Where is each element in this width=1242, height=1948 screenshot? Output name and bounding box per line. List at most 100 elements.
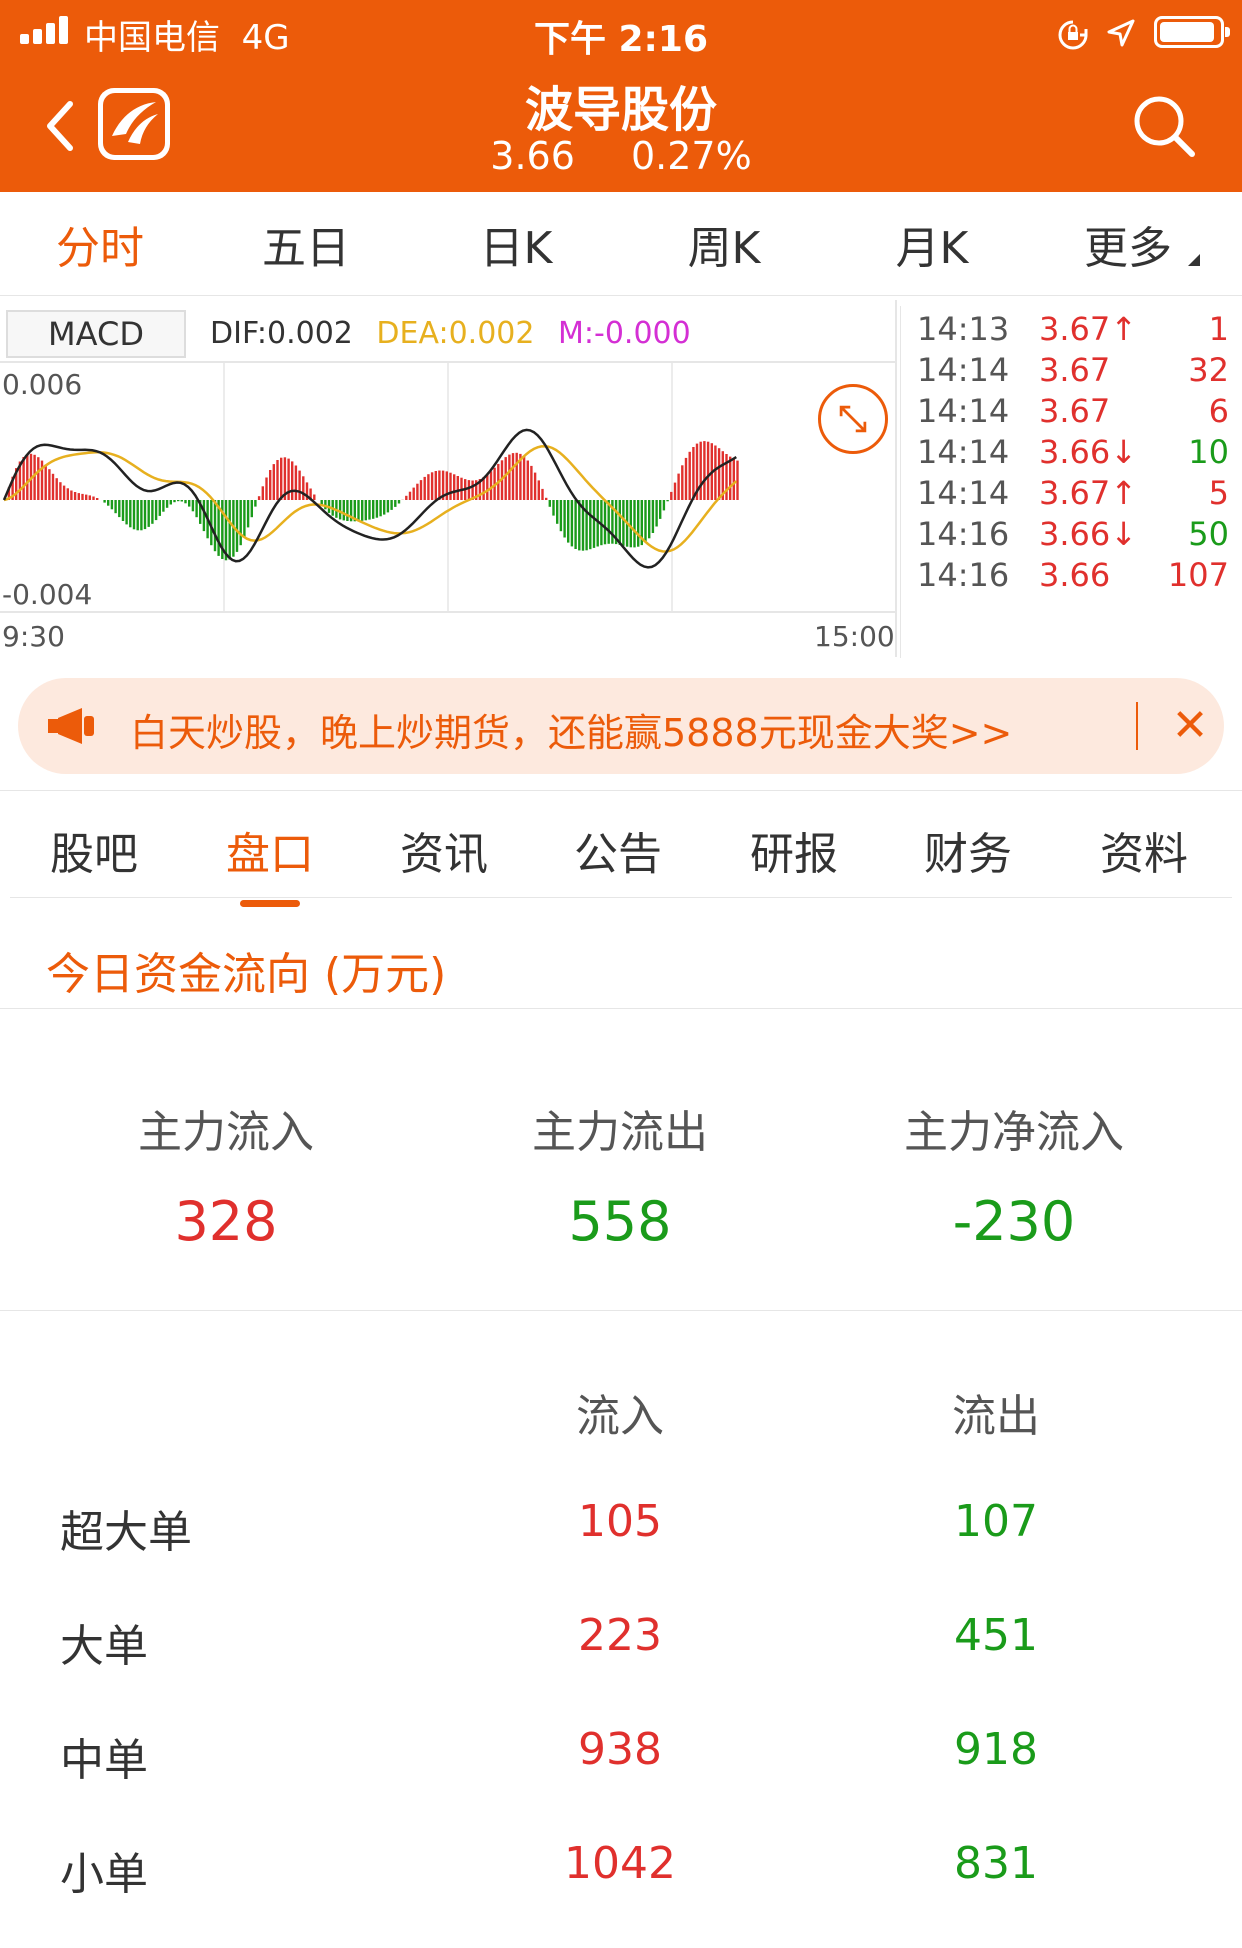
macd-bar — [180, 500, 183, 502]
macd-bar — [48, 469, 51, 500]
macd-bar — [342, 500, 345, 521]
close-icon[interactable]: ✕ — [1160, 696, 1220, 756]
macd-bar — [37, 457, 40, 500]
macd-bar — [537, 480, 540, 500]
tab-research[interactable]: 研报 — [724, 818, 864, 882]
macd-bar — [294, 465, 298, 500]
macd-bar — [151, 500, 154, 524]
macd-bar — [239, 500, 242, 546]
macd-bar — [688, 451, 691, 500]
tab-daily-k[interactable]: 日K — [416, 212, 616, 276]
macd-bar — [361, 500, 364, 521]
macd-bar — [453, 474, 456, 500]
macd-bar — [22, 457, 25, 500]
tab-weekly-k[interactable]: 周K — [624, 212, 824, 276]
tab-news[interactable]: 资讯 — [374, 818, 514, 882]
row-label-medium: 中单 — [60, 1735, 148, 1786]
search-icon[interactable] — [1132, 94, 1196, 158]
macd-bar — [114, 500, 117, 514]
tab-intraday[interactable]: 分时 — [0, 212, 200, 307]
macd-bar — [585, 500, 588, 551]
macd-bar — [88, 495, 91, 500]
expand-icon[interactable] — [818, 384, 888, 454]
battery-icon — [1154, 16, 1230, 48]
tick-price: 3.67 — [1039, 351, 1111, 389]
macd-bar — [158, 500, 161, 516]
macd-bar — [592, 500, 596, 548]
tab-monthly-k[interactable]: 月K — [832, 212, 1032, 276]
top-bar: 中国电信 4G 下午 2:16 波导股份 3.66 0.27% — [0, 0, 1242, 192]
macd-bar — [110, 500, 114, 510]
macd-bar — [213, 500, 217, 552]
tab-forum[interactable]: 股吧 — [24, 818, 164, 882]
macd-bar — [526, 460, 529, 500]
macd-bar — [703, 441, 706, 500]
promo-banner[interactable]: 白天炒股，晚上炒期货，还能赢5888元现金大奖>> ✕ — [18, 678, 1224, 774]
macd-bar — [55, 478, 58, 500]
macd-bar — [375, 500, 379, 518]
macd-bar — [677, 473, 680, 500]
macd-bar — [250, 500, 253, 518]
tick-price: 3.66↓ — [1039, 433, 1138, 471]
fund-flow-divider — [0, 1008, 1242, 1009]
macd-bar — [603, 500, 607, 545]
tab-more[interactable]: 更多 — [1028, 212, 1228, 276]
more-dropdown-icon — [1188, 254, 1200, 266]
tick-row: 14:16 3.66 107 — [901, 556, 1242, 607]
macd-bar — [173, 500, 176, 503]
macd-bar — [423, 476, 426, 500]
macd-bar — [637, 500, 640, 547]
macd-bar — [648, 500, 651, 539]
tick-volume: 10 — [1188, 433, 1229, 471]
macd-bar — [530, 465, 533, 500]
tick-time: 14:16 — [917, 556, 1010, 594]
macd-bar — [405, 495, 408, 500]
macd-bar — [574, 500, 577, 549]
stock-title: 波导股份 — [524, 82, 717, 138]
main-net-inflow-label: 主力净流入 — [904, 1107, 1124, 1158]
macd-bar — [732, 458, 735, 500]
macd-bar — [438, 470, 441, 500]
macd-bar — [515, 452, 518, 500]
tick-volume: 5 — [1208, 474, 1229, 512]
row-label-extra-large: 超大单 — [60, 1507, 192, 1558]
macd-bar — [96, 498, 99, 500]
macd-bar — [177, 500, 180, 502]
macd-bar — [357, 500, 360, 522]
x-axis-end-label: 15:00 — [814, 620, 895, 653]
macd-bar — [736, 460, 739, 500]
tick-time: 14:14 — [917, 433, 1010, 471]
macd-bar — [522, 456, 526, 500]
macd-bar — [125, 500, 128, 525]
macd-bar — [659, 500, 662, 519]
stock-change: 0.27% — [630, 134, 752, 178]
tab-financials[interactable]: 财务 — [898, 818, 1038, 882]
y-axis-top-label: 0.006 — [2, 368, 83, 401]
banner-divider — [1136, 702, 1138, 750]
macd-bar — [556, 500, 559, 524]
tab-announcements[interactable]: 公告 — [548, 818, 688, 882]
macd-bar — [162, 500, 165, 512]
tick-volume: 1 — [1208, 310, 1229, 348]
macd-bar — [489, 471, 493, 500]
macd-indicator-button[interactable]: MACD — [6, 310, 186, 358]
macd-bar — [467, 480, 471, 500]
dea-value: DEA:0.002 — [376, 316, 535, 351]
macd-bar — [44, 464, 47, 500]
row-outflow-small: 831 — [954, 1838, 1038, 1889]
tab-order-book[interactable]: 盘口 — [200, 818, 340, 907]
macd-bar — [136, 500, 139, 531]
macd-bar — [545, 497, 548, 500]
macd-bar — [706, 441, 710, 500]
macd-bar — [140, 500, 143, 531]
macd-bar — [62, 485, 66, 500]
macd-bar — [132, 500, 136, 530]
promo-text: 白天炒股，晚上炒期货，还能赢5888元现金大奖>> — [130, 711, 1013, 755]
dif-value: DIF:0.002 — [210, 316, 353, 351]
macd-bar — [397, 500, 401, 504]
tab-five-day[interactable]: 五日 — [206, 212, 406, 276]
tab-profile[interactable]: 资料 — [1074, 818, 1214, 882]
macd-bar — [430, 472, 434, 500]
macd-bar — [313, 494, 316, 500]
macd-bar — [449, 472, 452, 500]
